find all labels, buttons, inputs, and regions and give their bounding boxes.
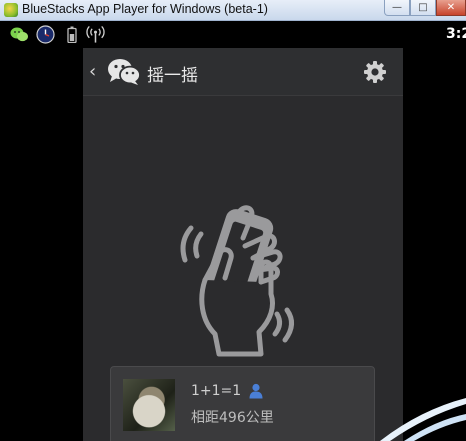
- result-distance: 相距496公里: [191, 410, 274, 426]
- bluestacks-app-icon: [4, 3, 18, 17]
- wifi-antenna-icon: [86, 25, 105, 44]
- action-bar: ‹ 摇一摇: [83, 48, 403, 96]
- result-username: 1+1=1: [191, 383, 242, 399]
- avatar: [123, 379, 175, 431]
- page-title: 摇一摇: [147, 66, 198, 86]
- back-button[interactable]: ‹: [89, 60, 103, 84]
- minimize-button[interactable]: —: [384, 0, 410, 16]
- gear-icon[interactable]: [363, 60, 387, 84]
- maximize-button[interactable]: □: [410, 0, 436, 16]
- battery-icon: [62, 25, 81, 44]
- window-controls: — □ ✕: [384, 0, 466, 16]
- shake-result-card[interactable]: 1+1=1 相距496公里: [110, 366, 375, 441]
- male-user-icon: [249, 383, 263, 399]
- window-titlebar[interactable]: BlueStacks App Player for Windows (beta-…: [0, 0, 466, 21]
- bluestacks-window: BlueStacks App Player for Windows (beta-…: [0, 0, 466, 441]
- desktop-background-swoosh: [380, 380, 466, 441]
- wechat-icon: [10, 25, 29, 44]
- hand-shaking-phone-icon[interactable]: [175, 202, 305, 362]
- app-screen: ‹ 摇一摇 1+1=1 相距496公里: [83, 48, 403, 441]
- status-time: 3:2: [446, 26, 466, 42]
- android-status-bar: 3:2: [0, 21, 466, 48]
- wechat-logo-icon[interactable]: [107, 57, 141, 87]
- clock-app-icon: [36, 25, 55, 44]
- window-title: BlueStacks App Player for Windows (beta-…: [22, 2, 268, 16]
- close-button[interactable]: ✕: [436, 0, 466, 16]
